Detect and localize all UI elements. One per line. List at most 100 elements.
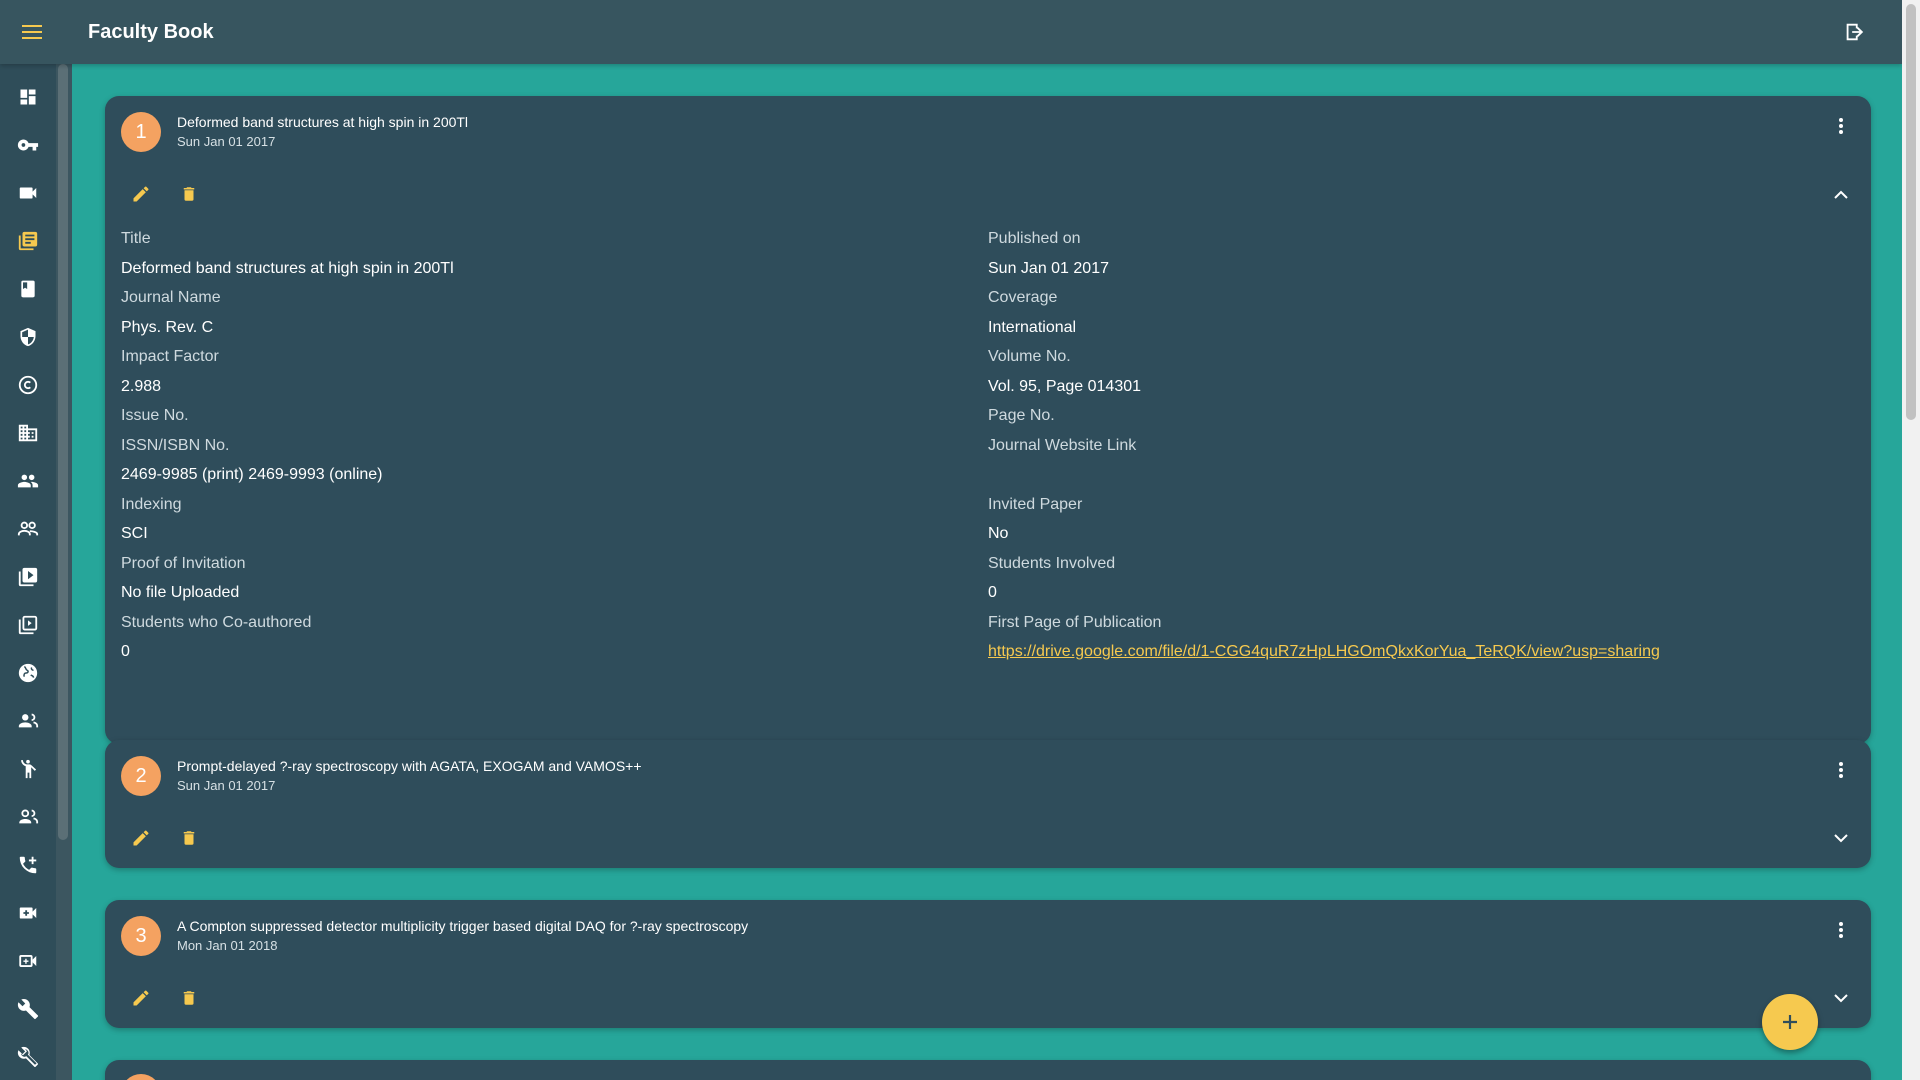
key-icon xyxy=(17,139,39,151)
sidebar-item-accessibility[interactable] xyxy=(0,749,56,789)
security-shield-icon xyxy=(20,327,36,347)
accessibility-icon xyxy=(21,759,37,779)
plus-icon xyxy=(1783,1015,1797,1029)
dashboard-icon xyxy=(20,89,36,105)
sidebar-item-books[interactable] xyxy=(0,269,56,309)
people-outline-icon xyxy=(17,521,39,536)
people-icon xyxy=(17,474,39,488)
field-label: Title xyxy=(121,230,151,247)
edit-button[interactable] xyxy=(127,984,155,1012)
field-label: Indexing xyxy=(121,495,182,513)
sidebar-scrollbar-thumb[interactable] xyxy=(58,64,68,840)
details-left-column: Title Deformed band structures at high s… xyxy=(121,224,981,667)
field-label: Impact Factor xyxy=(121,348,219,365)
collapse-button[interactable] xyxy=(1827,180,1855,208)
more-options-button[interactable] xyxy=(1829,114,1853,138)
copyright-icon xyxy=(18,375,38,395)
sidebar-item-copyright[interactable] xyxy=(0,365,56,405)
delete-button[interactable] xyxy=(175,180,203,208)
add-publication-button[interactable] xyxy=(1762,994,1818,1050)
sidebar-item-key[interactable] xyxy=(0,125,56,165)
publication-date: Mon Jan 01 2018 xyxy=(177,938,278,953)
delete-trash-icon xyxy=(183,187,195,201)
sidebar-item-group[interactable] xyxy=(0,701,56,741)
sidebar-item-add-call[interactable] xyxy=(0,845,56,885)
page-scrollbar[interactable] xyxy=(1902,0,1920,1080)
edit-pencil-icon xyxy=(133,830,149,846)
sidebar-item-global[interactable] xyxy=(0,653,56,693)
menu-icon xyxy=(22,25,42,39)
more-vert-icon xyxy=(1839,762,1843,778)
edit-button[interactable] xyxy=(127,180,155,208)
field-label: Coverage xyxy=(988,289,1058,306)
field-label: Invited Paper xyxy=(988,495,1083,513)
sidebar-nav xyxy=(0,64,56,1080)
library-books-icon xyxy=(18,231,38,251)
sidebar-item-group-outline[interactable] xyxy=(0,797,56,837)
videocam-icon xyxy=(19,187,37,199)
details-right-column: Published on Sun Jan 01 2017 Coverage In… xyxy=(988,224,1848,667)
sidebar-item-video-library-outline[interactable] xyxy=(0,605,56,645)
field-value: Deformed band structures at high spin in… xyxy=(121,259,454,277)
page-scrollbar-thumb[interactable] xyxy=(1906,4,1916,420)
more-vert-icon xyxy=(1839,118,1843,134)
field-label: Proof of Invitation xyxy=(121,554,246,572)
sidebar-scrollbar[interactable] xyxy=(56,64,72,1080)
expand-button[interactable] xyxy=(1827,824,1855,852)
more-options-button[interactable] xyxy=(1829,918,1853,942)
video-call-icon xyxy=(19,907,37,919)
sidebar-item-tools[interactable] xyxy=(0,989,56,1029)
globe-icon xyxy=(18,663,38,683)
field-label: Journal Website Link xyxy=(988,436,1137,454)
field-value: International xyxy=(988,318,1077,336)
sidebar-item-people[interactable] xyxy=(0,461,56,501)
expand-button[interactable] xyxy=(1827,984,1855,1012)
field-value: 0 xyxy=(121,643,130,660)
sidebar-item-tools-outline[interactable] xyxy=(0,1037,56,1077)
card-header[interactable]: 2 Prompt-delayed ?-ray spectroscopy with… xyxy=(105,740,1871,810)
sidebar-item-video-library[interactable] xyxy=(0,557,56,597)
field-label: First Page of Publication xyxy=(988,613,1162,631)
more-options-button[interactable] xyxy=(1829,758,1853,782)
build-outline-icon xyxy=(17,1046,38,1067)
delete-button[interactable] xyxy=(175,824,203,852)
app-title: Faculty Book xyxy=(88,20,214,43)
publication-title: Deformed band structures at high spin in… xyxy=(177,114,469,130)
delete-button[interactable] xyxy=(175,984,203,1012)
sidebar-item-videos[interactable] xyxy=(0,173,56,213)
card-header[interactable]: 1 Deformed band structures at high spin … xyxy=(105,96,1871,166)
sidebar-item-dashboard[interactable] xyxy=(0,77,56,117)
field-label: Volume No. xyxy=(988,348,1071,365)
field-value: No file Uploaded xyxy=(121,584,240,601)
business-icon xyxy=(18,424,38,442)
card-header[interactable]: 3 A Compton suppressed detector multipli… xyxy=(105,900,1871,970)
first-page-link[interactable]: https://drive.google.com/file/d/1-CGG4qu… xyxy=(988,643,1660,660)
sidebar-item-security[interactable] xyxy=(0,317,56,357)
sidebar-item-publications[interactable] xyxy=(0,221,56,261)
sidebar-item-video-call-outline[interactable] xyxy=(0,941,56,981)
publication-date: Sun Jan 01 2017 xyxy=(177,778,276,793)
field-value: 2.988 xyxy=(121,377,162,395)
edit-button[interactable] xyxy=(127,824,155,852)
chevron-down-icon xyxy=(1834,833,1848,842)
sidebar-item-people-outline[interactable] xyxy=(0,509,56,549)
group-outline-icon xyxy=(19,809,39,824)
book-icon xyxy=(21,280,35,298)
app-bar: Faculty Book xyxy=(0,0,1902,64)
field-label: Students Involved xyxy=(988,554,1116,572)
field-value: SCI xyxy=(121,525,148,542)
logout-button[interactable] xyxy=(1840,18,1868,46)
number-badge xyxy=(121,1074,161,1080)
hamburger-menu-button[interactable] xyxy=(0,0,64,64)
field-value: 0 xyxy=(988,584,997,601)
sidebar-item-organization[interactable] xyxy=(0,413,56,453)
number-badge: 3 xyxy=(121,916,161,956)
field-label: ISSN/ISBN No. xyxy=(121,436,230,454)
sidebar-item-video-call[interactable] xyxy=(0,893,56,933)
publication-title: Prompt-delayed ?-ray spectroscopy with A… xyxy=(177,758,642,774)
publication-date: Sun Jan 01 2017 xyxy=(177,134,276,149)
field-value: 2469-9985 (print) 2469-9993 (online) xyxy=(121,466,383,483)
field-value: https://drive.google.com/file/d/1-CGG4qu… xyxy=(988,637,1848,667)
video-call-outline-icon xyxy=(19,955,37,967)
field-value: Phys. Rev. C xyxy=(121,318,214,336)
